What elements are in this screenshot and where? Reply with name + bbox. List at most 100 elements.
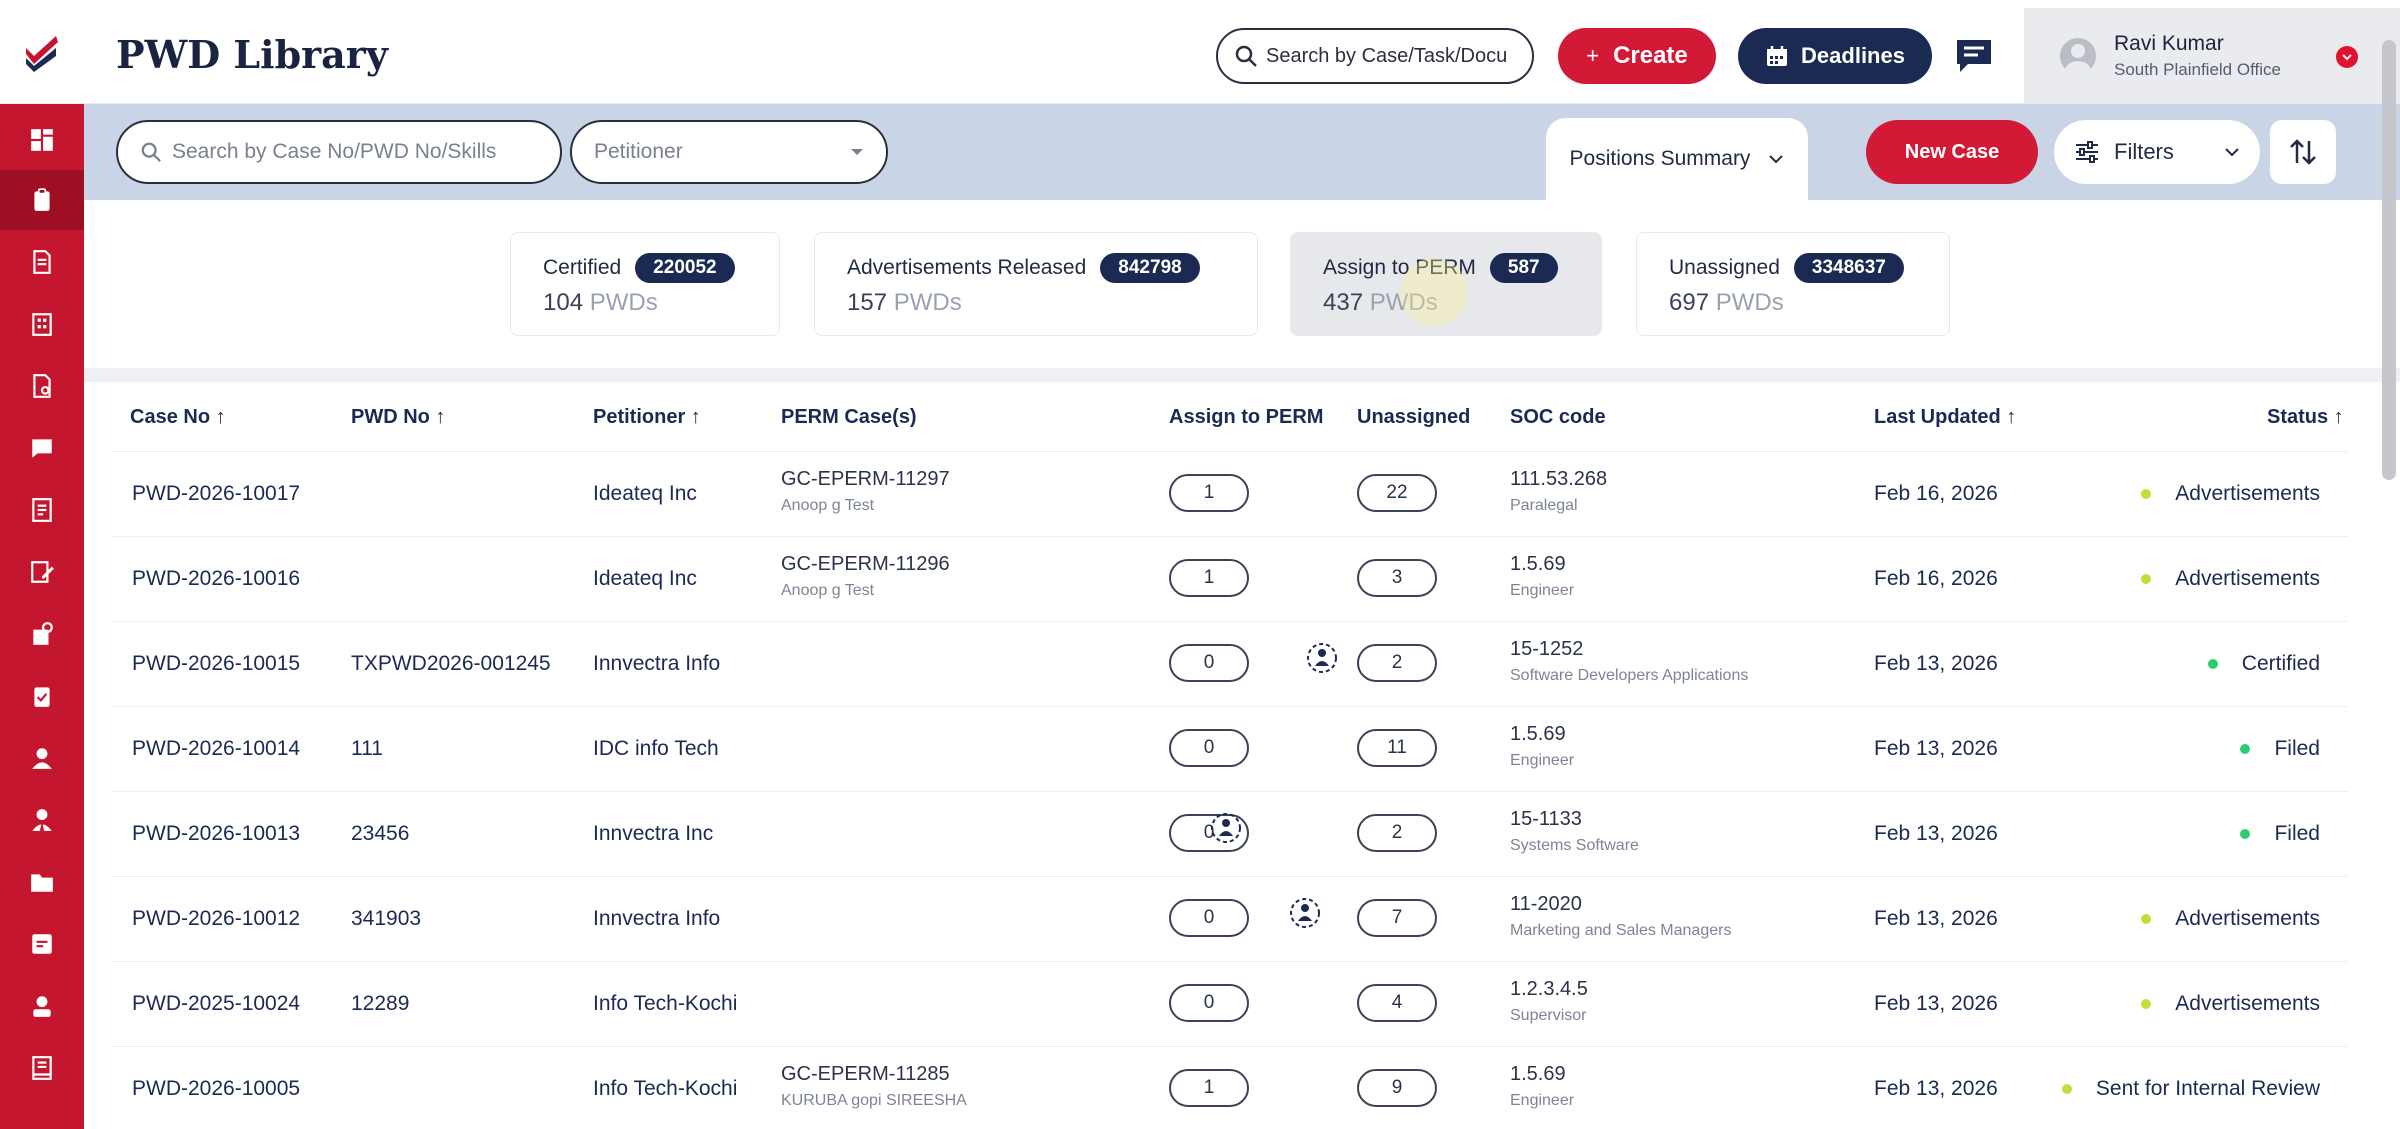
sidebar-item-accounts[interactable] — [0, 604, 84, 664]
table-row[interactable]: PWD-2026-10012 341903 Innvectra Info 0 7 11-2… — [112, 877, 2348, 962]
case-search-input[interactable] — [172, 140, 552, 164]
create-button[interactable]: + Create — [1558, 28, 1716, 84]
sidebar-item-ledger[interactable] — [0, 1038, 84, 1098]
global-search[interactable] — [1216, 28, 1534, 84]
unassigned-pill[interactable]: 22 — [1357, 474, 1437, 512]
soc-code-value: 11-2020 — [1510, 893, 1582, 915]
status-label: Advertisements — [2175, 907, 2320, 930]
soc-code: 11-2020 Marketing and Sales Managers — [1510, 893, 1731, 940]
table-row[interactable]: PWD-2026-10015 TXPWD2026-001245 Innvectra … — [112, 622, 2348, 707]
table-row[interactable]: PWD-2026-10017 Ideateq Inc GC-EPERM-11297 A… — [112, 452, 2348, 537]
positions-summary-dropdown[interactable]: Positions Summary — [1546, 118, 1808, 200]
case-no-link[interactable]: PWD-2026-10005 — [132, 1077, 300, 1101]
messages-button[interactable] — [1954, 36, 1994, 76]
sidebar-item-edit[interactable] — [0, 542, 84, 602]
status-dot — [2141, 914, 2152, 924]
summary-card-certified[interactable]: Certified 220052 104 PWDs — [510, 232, 780, 336]
assign-to-perm-pill[interactable]: 0 — [1169, 899, 1249, 937]
people-group-icon[interactable] — [1208, 810, 1244, 846]
summary-card-unassigned[interactable]: Unassigned 3348637 697 PWDs — [1636, 232, 1950, 336]
table-row[interactable]: PWD-2026-10014 111 IDC info Tech 0 11 1.5.69 E… — [112, 707, 2348, 792]
sidebar-item-reports[interactable] — [0, 356, 84, 416]
soc-code: 1.5.69 Engineer — [1510, 723, 1574, 770]
perm-case[interactable]: GC-EPERM-11296 Anoop g Test — [781, 553, 950, 600]
col-perm-cases: PERM Case(s) — [781, 406, 917, 428]
page-scrollbar[interactable] — [2382, 40, 2396, 480]
assign-to-perm-pill[interactable]: 0 — [1169, 729, 1249, 767]
table-row[interactable]: PWD-2025-10024 12289 Info Tech-Kochi 0 4 1.2.… — [112, 962, 2348, 1047]
sidebar-item-employees[interactable] — [0, 790, 84, 850]
case-no-link[interactable]: PWD-2026-10013 — [132, 822, 300, 846]
filters-button[interactable]: Filters — [2054, 120, 2260, 184]
global-search-input[interactable] — [1266, 44, 1526, 68]
status-dot — [2141, 999, 2152, 1009]
sidebar-item-messages[interactable] — [0, 418, 84, 478]
section-divider — [84, 368, 2400, 382]
people-group-icon[interactable] — [1287, 895, 1323, 931]
assign-to-perm-pill[interactable]: 0 — [1169, 984, 1249, 1022]
sidebar-item-dashboard[interactable] — [0, 110, 84, 170]
pwd-no: 341903 — [351, 907, 422, 930]
case-no-link[interactable]: PWD-2026-10012 — [132, 907, 300, 931]
case-no-link[interactable]: PWD-2026-10016 — [132, 567, 300, 591]
case-no-link[interactable]: PWD-2026-10014 — [132, 737, 300, 761]
sidebar-item-building[interactable] — [0, 294, 84, 354]
soc-code-value: 1.5.69 — [1510, 553, 1566, 575]
sidebar-item-notes[interactable] — [0, 914, 84, 974]
col-petitioner[interactable]: Petitioner ↑ — [593, 406, 701, 429]
people-group-icon[interactable] — [1304, 640, 1340, 676]
unassigned-pill[interactable]: 7 — [1357, 899, 1437, 937]
card-count-badge: 3348637 — [1793, 253, 1904, 283]
assign-to-perm-pill[interactable]: 0 — [1169, 644, 1249, 682]
chevron-down-icon[interactable] — [2336, 46, 2358, 68]
summary-card-advertisements[interactable]: Advertisements Released 842798 157 PWDs — [814, 232, 1258, 336]
chevron-down-icon — [2225, 148, 2239, 157]
search-icon — [1235, 45, 1257, 67]
card-label: Advertisements Released — [847, 256, 1087, 279]
unassigned-pill[interactable]: 3 — [1357, 559, 1437, 597]
unassigned-pill[interactable]: 2 — [1357, 814, 1437, 852]
table-row[interactable]: PWD-2026-10016 Ideateq Inc GC-EPERM-11296 A… — [112, 537, 2348, 622]
assign-to-perm-pill[interactable]: 1 — [1169, 474, 1249, 512]
logo[interactable] — [0, 0, 84, 104]
case-no-link[interactable]: PWD-2026-10017 — [132, 482, 300, 506]
soc-code: 1.5.69 Engineer — [1510, 1063, 1574, 1110]
col-pwd-no[interactable]: PWD No ↑ — [351, 406, 445, 429]
perm-case[interactable]: GC-EPERM-11285 KURUBA gopi SIREESHA — [781, 1063, 967, 1110]
card-pwd-label: PWDs — [589, 289, 658, 316]
case-no-link[interactable]: PWD-2025-10024 — [132, 992, 300, 1016]
unassigned-pill[interactable]: 4 — [1357, 984, 1437, 1022]
sidebar-item-contacts[interactable] — [0, 976, 84, 1036]
petitioner-select[interactable]: Petitioner — [570, 120, 888, 184]
case-no-link[interactable]: PWD-2026-10015 — [132, 652, 300, 676]
card-pwd-count: 437 — [1323, 289, 1364, 316]
petitioner: Ideateq Inc — [593, 567, 697, 590]
new-case-button[interactable]: New Case — [1866, 120, 2038, 184]
sidebar-item-tasks[interactable] — [0, 666, 84, 726]
unassigned-pill[interactable]: 11 — [1357, 729, 1437, 767]
col-case-no[interactable]: Case No ↑ — [130, 406, 226, 429]
sidebar-item-folders[interactable] — [0, 852, 84, 912]
sidebar-item-pwd-library[interactable] — [0, 170, 84, 230]
case-search[interactable] — [116, 120, 562, 184]
col-last-updated[interactable]: Last Updated ↑ — [1874, 406, 2016, 429]
edit-document-icon — [31, 561, 54, 583]
sort-button[interactable] — [2270, 120, 2336, 184]
assign-to-perm-pill[interactable]: 1 — [1169, 559, 1249, 597]
col-status[interactable]: Status ↑ — [2267, 406, 2344, 429]
last-updated: Feb 16, 2026 — [1874, 567, 1998, 590]
status-badge: Advertisements — [2141, 907, 2320, 931]
table-row[interactable]: PWD-2026-10013 23456 Innvectra Inc 0 2 15-113… — [112, 792, 2348, 877]
unassigned-pill[interactable]: 9 — [1357, 1069, 1437, 1107]
table-row[interactable]: PWD-2026-10005 Info Tech-Kochi GC-EPERM-11… — [112, 1047, 2348, 1129]
sidebar-item-users[interactable] — [0, 728, 84, 788]
sidebar-item-documents[interactable] — [0, 232, 84, 292]
assign-to-perm-pill[interactable]: 1 — [1169, 1069, 1249, 1107]
cursor-highlight — [1400, 258, 1468, 326]
unassigned-pill[interactable]: 2 — [1357, 644, 1437, 682]
col-soc-code: SOC code — [1510, 406, 1606, 428]
deadlines-button[interactable]: Deadlines — [1738, 28, 1932, 84]
perm-case[interactable]: GC-EPERM-11297 Anoop g Test — [781, 468, 950, 515]
user-menu[interactable]: Ravi Kumar South Plainfield Office — [2024, 8, 2400, 104]
sidebar-item-forms[interactable] — [0, 480, 84, 540]
